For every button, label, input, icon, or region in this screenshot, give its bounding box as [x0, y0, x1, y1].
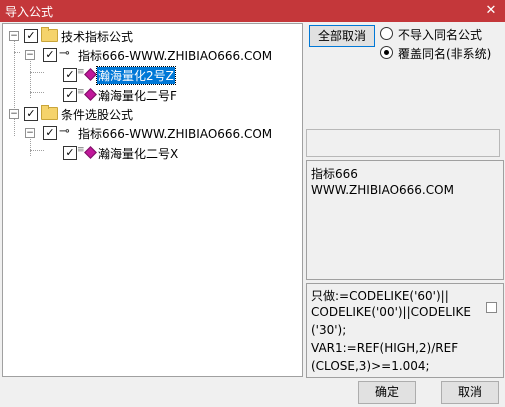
leaf-icon: ≡ [77, 145, 85, 155]
diamond-icon [84, 68, 97, 81]
tree-node-label: 瀚海量化2号Z [96, 66, 176, 85]
formula-line: 只做:=CODELIKE('60')|| [311, 289, 449, 303]
formula-info-panel: 指标666 WWW.ZHIBIAO666.COM [306, 160, 504, 280]
tree-node-label: 指标666-WWW.ZHIBIAO666.COM [78, 127, 273, 141]
key-icon: ⊸ [59, 124, 70, 139]
tree-node-folder[interactable]: − ✓ 条件选股公式 [3, 105, 302, 123]
formula-line: VAR1:=REF(HIGH,2)/REF [311, 341, 459, 355]
tree-node-label: 条件选股公式 [61, 108, 134, 122]
tree-node-label: 技术指标公式 [61, 30, 134, 44]
tree-node-label: 瀚海量化二号X [98, 147, 179, 161]
tree-node-formula[interactable]: ✓ ≡ 瀚海量化二号F [3, 86, 302, 104]
ok-button[interactable]: 确定 [358, 381, 416, 404]
deselect-all-button[interactable]: 全部取消 [309, 25, 375, 47]
radio-button[interactable] [380, 27, 393, 40]
tree-node-formula[interactable]: ✓ ≡ 瀚海量化二号X [3, 144, 302, 162]
radio-overwrite-same-name[interactable]: 覆盖同名(非系统) [380, 45, 500, 61]
node-checkbox[interactable]: ✓ [24, 107, 38, 121]
radio-button[interactable] [380, 46, 393, 59]
tree-node-formula[interactable]: ✓ ≡ 瀚海量化2号Z [3, 66, 302, 85]
key-icon: ⊸ [59, 46, 70, 61]
leaf-icon: ≡ [77, 87, 85, 97]
collapse-icon[interactable]: − [25, 50, 35, 60]
diamond-icon [84, 88, 97, 101]
tree-node-group[interactable]: − ✓ ⊸ 指标666-WWW.ZHIBIAO666.COM [3, 46, 302, 64]
formula-checkbox[interactable] [486, 302, 497, 313]
formula-source-panel[interactable]: 只做:=CODELIKE('60')|| CODELIKE('00')||COD… [306, 283, 504, 378]
tree-node-label: 指标666-WWW.ZHIBIAO666.COM [78, 49, 273, 63]
formula-tree[interactable]: − ✓ 技术指标公式 − ✓ ⊸ 指标666-WWW.ZHIBIAO666.CO… [2, 23, 303, 377]
title-bar: 导入公式 ✕ [0, 0, 505, 22]
tree-node-group[interactable]: − ✓ ⊸ 指标666-WWW.ZHIBIAO666.COM [3, 124, 302, 142]
folder-icon [41, 105, 58, 120]
import-formula-dialog: 导入公式 ✕ − ✓ 技术指标公式 − ✓ ⊸ 指标666-WWW.ZHIBIA… [0, 0, 505, 407]
tree-node-folder[interactable]: − ✓ 技术指标公式 [3, 27, 302, 45]
radio-label: 覆盖同名(非系统) [398, 47, 492, 61]
folder-icon [41, 27, 58, 42]
cancel-button[interactable]: 取消 [441, 381, 499, 404]
formula-line: ('30'); [311, 323, 347, 337]
collapse-icon[interactable]: − [25, 128, 35, 138]
collapse-icon[interactable]: − [9, 31, 19, 41]
node-checkbox[interactable]: ✓ [43, 48, 57, 62]
collapse-icon[interactable]: − [9, 109, 19, 119]
close-icon[interactable]: ✕ [477, 0, 505, 22]
node-checkbox[interactable]: ✓ [24, 29, 38, 43]
node-checkbox[interactable]: ✓ [63, 146, 77, 160]
radio-label: 不导入同名公式 [398, 28, 483, 42]
tree-node-label: 瀚海量化二号F [98, 89, 177, 103]
info-text: 指标666 [311, 167, 358, 181]
formula-line: CODELIKE('00')||CODELIKE [311, 305, 471, 319]
node-checkbox[interactable]: ✓ [63, 88, 77, 102]
leaf-icon: ≡ [77, 67, 85, 77]
window-title: 导入公式 [5, 5, 54, 19]
radio-skip-same-name[interactable]: 不导入同名公式 [380, 26, 500, 42]
name-display-box [306, 129, 500, 157]
formula-line: (CLOSE,3)>=1.004; [311, 359, 430, 373]
node-checkbox[interactable]: ✓ [63, 68, 77, 82]
node-checkbox[interactable]: ✓ [43, 126, 57, 140]
diamond-icon [84, 146, 97, 159]
info-text: WWW.ZHIBIAO666.COM [311, 183, 454, 197]
